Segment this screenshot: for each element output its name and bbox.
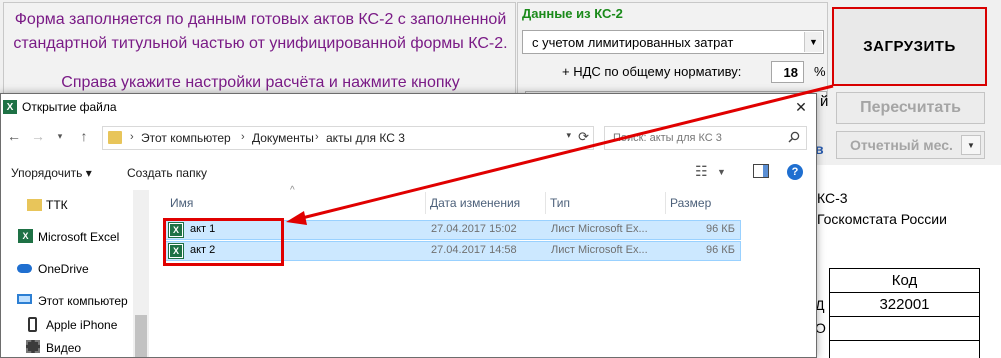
column-divider[interactable] <box>665 192 666 214</box>
dialog-toolbar: Упорядочить ▾ Создать папку ☷ ▼ ? <box>1 154 816 190</box>
instructions-line-1: Форма заполняется по данным готовых акто… <box>14 11 507 28</box>
ks2-settings-panel: Данные из КС-2 с учетом лимитированных з… <box>517 2 828 98</box>
address-bar[interactable]: › Этот компьютер › Документы › акты для … <box>102 126 594 150</box>
load-button[interactable]: ЗАГРУЗИТЬ <box>832 7 987 86</box>
column-divider[interactable] <box>425 192 426 214</box>
file-size: 96 КБ <box>706 223 735 235</box>
nav-item-label: ТТК <box>46 198 68 212</box>
column-header-name[interactable]: Имя <box>170 190 193 216</box>
recent-locations-chevron-icon[interactable]: ▾ <box>51 131 69 142</box>
code-header: Код <box>829 268 980 293</box>
file-date: 27.04.2017 14:58 <box>431 244 517 256</box>
excel-icon: X <box>18 229 33 243</box>
computer-icon <box>17 294 32 304</box>
open-file-dialog: X Открытие файла ✕ ← → ▾ ↑ › Этот компью… <box>0 93 817 358</box>
close-icon[interactable]: ✕ <box>789 96 813 118</box>
video-icon <box>26 340 40 353</box>
scrollbar-thumb[interactable] <box>135 315 147 357</box>
breadcrumb-separator-icon[interactable]: › <box>241 131 245 143</box>
column-header-date[interactable]: Дата изменения <box>430 190 520 216</box>
nav-item-label: OneDrive <box>38 262 89 276</box>
nav-item-label: Apple iPhone <box>46 318 118 332</box>
back-arrow-icon[interactable]: ← <box>5 128 23 144</box>
vat-rate-input[interactable]: 18 <box>771 61 804 83</box>
breadcrumb-current-folder[interactable]: акты для КС 3 <box>326 131 405 145</box>
column-header-type[interactable]: Тип <box>550 190 570 216</box>
nav-item-excel[interactable]: X Microsoft Excel <box>1 226 133 248</box>
instructions-panel: Форма заполняется по данным готовых акто… <box>3 2 516 97</box>
cost-mode-value: с учетом лимитированных затрат <box>532 35 734 50</box>
new-folder-button[interactable]: Создать папку <box>127 166 207 180</box>
organize-button[interactable]: Упорядочить ▾ <box>11 166 92 180</box>
onedrive-icon <box>17 264 32 273</box>
files-highlight-box <box>163 218 284 266</box>
nav-item-label: Microsoft Excel <box>38 230 120 244</box>
code-empty-cell <box>829 340 980 358</box>
up-arrow-icon[interactable]: ↑ <box>75 128 93 144</box>
refresh-icon[interactable]: ⟳ <box>578 129 589 145</box>
code-table: Код 322001 <box>829 268 980 358</box>
file-list: ^ Имя Дата изменения Тип Размер X акт 1 … <box>152 185 816 357</box>
nav-item-onedrive[interactable]: OneDrive <box>1 258 133 280</box>
file-type: Лист Microsoft Ex... <box>551 223 648 235</box>
vat-label: + НДС по общему нормативу: <box>562 64 742 79</box>
code-empty-cell <box>829 316 980 341</box>
chevron-down-icon[interactable]: ▼ <box>717 167 726 177</box>
report-month-label: Отчетный мес. <box>850 137 953 153</box>
search-placeholder: Поиск: акты для КС 3 <box>613 132 722 144</box>
ks2-panel-title: Данные из КС-2 <box>522 6 623 21</box>
column-divider[interactable] <box>545 192 546 214</box>
help-icon[interactable]: ? <box>787 164 803 180</box>
report-month-dropdown[interactable]: Отчетный мес. ▼ <box>836 131 985 159</box>
breadcrumb-documents[interactable]: Документы <box>252 131 314 145</box>
code-value: 322001 <box>829 292 980 317</box>
breadcrumb-computer[interactable]: Этот компьютер <box>141 131 231 145</box>
nav-item-label: Этот компьютер <box>38 294 128 308</box>
chevron-down-icon[interactable]: ▾ <box>566 130 571 141</box>
phone-icon <box>28 317 37 332</box>
breadcrumb-separator-icon[interactable]: › <box>315 131 319 143</box>
cost-mode-dropdown[interactable]: с учетом лимитированных затрат ▼ <box>522 30 824 54</box>
navigation-pane: ТТК X Microsoft Excel OneDrive Этот комп… <box>1 190 149 357</box>
view-options-icon[interactable]: ☷ <box>695 163 708 180</box>
instructions-line-3: Справа укажите настройки расчёта и нажми… <box>61 74 460 91</box>
breadcrumb-separator-icon[interactable]: › <box>130 131 134 143</box>
vat-unit: % <box>814 64 826 79</box>
recalculate-button[interactable]: Пересчитать <box>836 92 985 124</box>
nav-item-video[interactable]: Видео <box>1 337 133 357</box>
file-size: 96 КБ <box>706 244 735 256</box>
chevron-down-icon[interactable]: ▼ <box>961 135 981 155</box>
form-code-text: КС-3 <box>817 190 848 206</box>
folder-icon <box>108 131 122 144</box>
forward-arrow-icon[interactable]: → <box>29 128 47 144</box>
nav-scrollbar[interactable] <box>133 190 149 357</box>
preview-pane-icon[interactable] <box>753 164 769 178</box>
file-type: Лист Microsoft Ex... <box>551 244 648 256</box>
nav-item-iphone[interactable]: Apple iPhone <box>1 314 133 336</box>
excel-app-icon: X <box>3 100 17 114</box>
dialog-titlebar[interactable]: X Открытие файла ✕ <box>1 94 816 121</box>
partial-label: й <box>820 93 829 110</box>
nav-item-label: Видео <box>46 341 82 355</box>
navigation-row: ← → ▾ ↑ › Этот компьютер › Документы › а… <box>1 121 816 153</box>
file-date: 27.04.2017 15:02 <box>431 223 517 235</box>
chevron-down-icon[interactable]: ▼ <box>804 32 822 52</box>
goskomstat-text: Госкомстата России <box>817 211 947 227</box>
nav-item-this-pc[interactable]: Этот компьютер <box>1 290 133 312</box>
instructions-line-2: стандартной титульной частью от унифицир… <box>13 35 508 52</box>
sort-ascending-icon: ^ <box>290 185 295 196</box>
search-input[interactable]: Поиск: акты для КС 3 <box>604 126 807 150</box>
dialog-title: Открытие файла <box>22 100 117 114</box>
column-header-size[interactable]: Размер <box>670 190 711 216</box>
nav-item-ttk[interactable]: ТТК <box>1 194 133 216</box>
search-icon <box>788 131 800 143</box>
folder-icon <box>27 199 42 211</box>
